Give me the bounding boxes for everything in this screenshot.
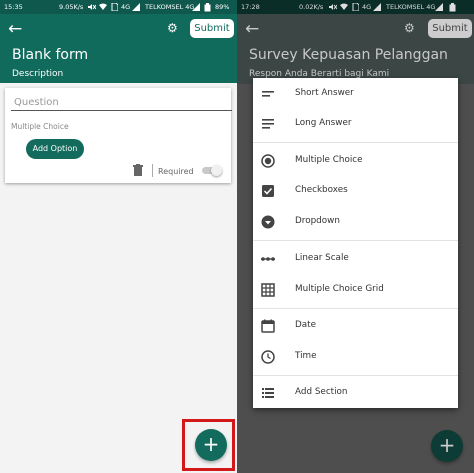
gear-icon[interactable]: ⚙: [167, 21, 178, 35]
menu-item-label: Long Answer: [295, 118, 352, 128]
status-bar: 17:28 0.02K/s 4G TELKOMSEL 4G: [237, 0, 474, 14]
menu-item-checkboxes[interactable]: Checkboxes: [253, 179, 458, 203]
back-arrow-icon[interactable]: ←: [245, 21, 259, 38]
mute-icon: [88, 4, 96, 10]
submit-button[interactable]: Submit: [428, 19, 472, 38]
add-question-fab[interactable]: +: [195, 429, 227, 461]
menu-item-label: Multiple Choice Grid: [295, 284, 384, 294]
clock-icon: [261, 350, 275, 364]
no-sim-icon: [352, 3, 359, 11]
menu-item-label: Short Answer: [295, 88, 354, 98]
app-bar: ← ⚙ Submit Blank form Description: [0, 14, 237, 83]
add-question-fab[interactable]: +: [431, 430, 463, 462]
form-description[interactable]: Description: [12, 69, 63, 79]
trash-icon[interactable]: [132, 164, 144, 176]
form-title[interactable]: Blank form: [12, 47, 88, 63]
signal-icon: [192, 3, 200, 11]
question-type-menu: Short Answer Long Answer Multiple Choice…: [253, 78, 458, 408]
network-type: 4G: [362, 3, 372, 11]
radio-button-icon: [261, 154, 275, 168]
status-speed: 9.05K/s: [59, 3, 84, 11]
signal-icon: [132, 3, 140, 11]
menu-item-multiple-choice[interactable]: Multiple Choice: [253, 149, 458, 173]
menu-item-label: Add Section: [295, 387, 348, 397]
menu-divider: [253, 308, 458, 309]
menu-divider: [253, 142, 458, 143]
question-card: Multiple Choice Add Option Required: [5, 88, 232, 183]
menu-item-time[interactable]: Time: [253, 345, 458, 369]
no-sim-icon: [111, 3, 118, 11]
status-speed: 0.02K/s: [299, 3, 324, 11]
dropdown-icon: [261, 215, 275, 229]
menu-item-multiple-choice-grid[interactable]: Multiple Choice Grid: [253, 278, 458, 302]
menu-item-long-answer[interactable]: Long Answer: [253, 112, 458, 136]
linear-scale-icon: [261, 257, 275, 261]
required-label: Required: [158, 167, 194, 176]
menu-item-label: Checkboxes: [295, 185, 348, 195]
add-option-button[interactable]: Add Option: [26, 139, 84, 159]
question-input[interactable]: [11, 94, 232, 111]
add-section-icon: [262, 388, 274, 398]
wifi-icon: [340, 3, 348, 10]
gear-icon[interactable]: ⚙: [404, 21, 415, 35]
network-type: 4G: [121, 3, 131, 11]
divider: [152, 164, 153, 177]
menu-divider: [253, 240, 458, 241]
menu-item-label: Multiple Choice: [295, 155, 363, 165]
signal-icon: [373, 3, 381, 11]
status-time: 17:28: [241, 3, 260, 11]
submit-button[interactable]: Submit: [190, 19, 234, 38]
question-type-label: Multiple Choice: [11, 122, 69, 131]
calendar-icon: [261, 319, 275, 333]
menu-item-date[interactable]: Date: [253, 314, 458, 338]
left-screen: 15:35 9.05K/s 4G TELKOMSEL 4G 89% ← ⚙ Su…: [0, 0, 237, 473]
form-title[interactable]: Survey Kepuasan Pelanggan: [249, 47, 448, 63]
menu-item-label: Linear Scale: [295, 253, 349, 263]
menu-item-linear-scale[interactable]: Linear Scale: [253, 247, 458, 271]
menu-item-dropdown[interactable]: Dropdown: [253, 210, 458, 234]
menu-divider: [253, 375, 458, 376]
status-bar: 15:35 9.05K/s 4G TELKOMSEL 4G 89%: [0, 0, 237, 14]
carrier-label: TELKOMSEL 4G: [145, 3, 195, 11]
menu-item-short-answer[interactable]: Short Answer: [253, 82, 458, 106]
long-answer-icon: [262, 119, 274, 129]
battery-icon: [204, 3, 211, 12]
menu-item-add-section[interactable]: Add Section: [253, 381, 458, 405]
battery-icon: [449, 3, 456, 12]
checkbox-icon: [262, 185, 274, 197]
required-toggle[interactable]: [202, 165, 222, 176]
signal-icon: [435, 3, 443, 11]
carrier-label: TELKOMSEL 4G: [386, 3, 436, 11]
mute-icon: [329, 4, 337, 10]
status-time: 15:35: [4, 3, 23, 11]
menu-item-label: Date: [295, 320, 317, 330]
wifi-icon: [99, 3, 107, 10]
menu-item-label: Dropdown: [295, 216, 340, 226]
back-arrow-icon[interactable]: ←: [8, 21, 22, 38]
menu-item-label: Time: [295, 351, 317, 361]
short-answer-icon: [262, 91, 274, 97]
grid-icon: [261, 283, 275, 297]
battery-percent: 89%: [215, 3, 230, 11]
app-bar: ← ⚙ Submit Survey Kepuasan Pelanggan Res…: [237, 14, 474, 84]
